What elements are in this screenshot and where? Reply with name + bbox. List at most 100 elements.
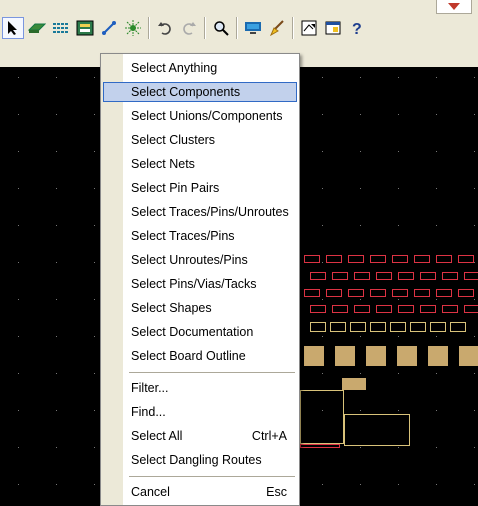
grid-dot (360, 151, 361, 152)
pcb-footprint (330, 322, 346, 332)
down-arrow-icon (448, 3, 460, 10)
board-layers-button[interactable] (74, 17, 96, 39)
grid-dot (474, 151, 475, 152)
pcb-footprint (348, 289, 364, 297)
grid-dot (436, 299, 437, 300)
zoom-button[interactable] (210, 17, 232, 39)
wire-icon (102, 21, 116, 35)
toolbar-separator (148, 17, 150, 39)
pcb-footprint (310, 305, 326, 313)
pcb-footprint (326, 289, 342, 297)
menu-item-select-shapes[interactable]: Select Shapes (103, 298, 297, 318)
menu-item-select-anything[interactable]: Select Anything (103, 58, 297, 78)
menu-item-select-unions-components[interactable]: Select Unions/Components (103, 106, 297, 126)
fanout-button[interactable] (122, 17, 144, 39)
menu-item-select-pins-vias-tacks[interactable]: Select Pins/Vias/Tacks (103, 274, 297, 294)
route-button[interactable] (50, 17, 72, 39)
grid-dot (94, 410, 95, 411)
grid-dot (322, 262, 323, 263)
pcb-footprint (428, 346, 448, 366)
pcb-footprint (420, 305, 436, 313)
grid-dot (360, 188, 361, 189)
grid-dot (360, 373, 361, 374)
grid-dot (94, 336, 95, 337)
menu-item-select-nets[interactable]: Select Nets (103, 154, 297, 174)
grid-dot (398, 410, 399, 411)
grid-dot (18, 151, 19, 152)
pcb-footprint (354, 272, 370, 280)
grid-dot (56, 114, 57, 115)
help-icon: ? (352, 21, 362, 36)
pcb-footprint (376, 305, 392, 313)
menu-item-select-traces-pins[interactable]: Select Traces/Pins (103, 226, 297, 246)
menu-item-select-all[interactable]: Select All Ctrl+A (103, 426, 297, 446)
grid-dot (398, 188, 399, 189)
grid-dot (56, 262, 57, 263)
help-button[interactable]: ? (346, 17, 368, 39)
view-button[interactable] (242, 17, 264, 39)
redo-button[interactable] (178, 17, 200, 39)
grid-dot (398, 447, 399, 448)
menu-item-filter[interactable]: Filter... (103, 378, 297, 398)
grid-dot (360, 336, 361, 337)
grid-dot (56, 225, 57, 226)
grid-dot (474, 373, 475, 374)
grid-dot (322, 114, 323, 115)
grid-dot (474, 262, 475, 263)
route-icon (53, 23, 69, 33)
grid-dot (56, 447, 57, 448)
pcb-footprint (344, 414, 410, 446)
menu-item-select-pin-pairs[interactable]: Select Pin Pairs (103, 178, 297, 198)
select-context-menu: Select Anything Select Components Select… (100, 53, 300, 506)
grid-dot (360, 225, 361, 226)
grid-dot (56, 410, 57, 411)
menu-item-select-clusters[interactable]: Select Clusters (103, 130, 297, 150)
grid-dot (18, 336, 19, 337)
grid-dot (360, 447, 361, 448)
pcb-footprint (458, 289, 474, 297)
pcb-footprint (450, 322, 466, 332)
pcb-footprint (390, 322, 406, 332)
menu-item-cancel[interactable]: Cancel Esc (103, 482, 297, 502)
menu-item-select-dangling-routes[interactable]: Select Dangling Routes (103, 450, 297, 470)
grid-dot (94, 77, 95, 78)
grid-dot (398, 225, 399, 226)
clean-icon (270, 20, 284, 36)
grid-dot (18, 299, 19, 300)
grid-dot (322, 484, 323, 485)
clean-button[interactable] (266, 17, 288, 39)
grid-dot (18, 188, 19, 189)
pcb-footprint (370, 255, 386, 263)
place-component-button[interactable] (26, 17, 48, 39)
pcb-footprint (304, 255, 320, 263)
grid-dot (56, 299, 57, 300)
select-arrow-button[interactable] (2, 17, 24, 39)
report-button[interactable] (298, 17, 320, 39)
menu-item-find[interactable]: Find... (103, 402, 297, 422)
grid-dot (18, 373, 19, 374)
undo-button[interactable] (154, 17, 176, 39)
menu-item-select-traces-pins-unroutes[interactable]: Select Traces/Pins/Unroutes (103, 202, 297, 222)
menu-item-select-components[interactable]: Select Components (103, 82, 297, 102)
pcb-footprint (464, 272, 478, 280)
grid-dot (436, 114, 437, 115)
window-button[interactable] (322, 17, 344, 39)
pcb-footprint (366, 346, 386, 366)
pcb-footprint (370, 322, 386, 332)
pcb-footprint (442, 272, 458, 280)
grid-dot (436, 77, 437, 78)
menu-item-select-unroutes-pins[interactable]: Select Unroutes/Pins (103, 250, 297, 270)
redo-icon (183, 22, 196, 35)
menu-item-select-board-outline[interactable]: Select Board Outline (103, 346, 297, 366)
grid-dot (474, 484, 475, 485)
grid-dot (436, 151, 437, 152)
dropdown-arrow-button[interactable] (436, 0, 472, 14)
svg-text:?: ? (352, 21, 362, 36)
menu-item-select-documentation[interactable]: Select Documentation (103, 322, 297, 342)
wire-button[interactable] (98, 17, 120, 39)
grid-dot (94, 484, 95, 485)
grid-dot (474, 77, 475, 78)
grid-dot (18, 77, 19, 78)
grid-dot (322, 373, 323, 374)
pcb-footprint (348, 255, 364, 263)
